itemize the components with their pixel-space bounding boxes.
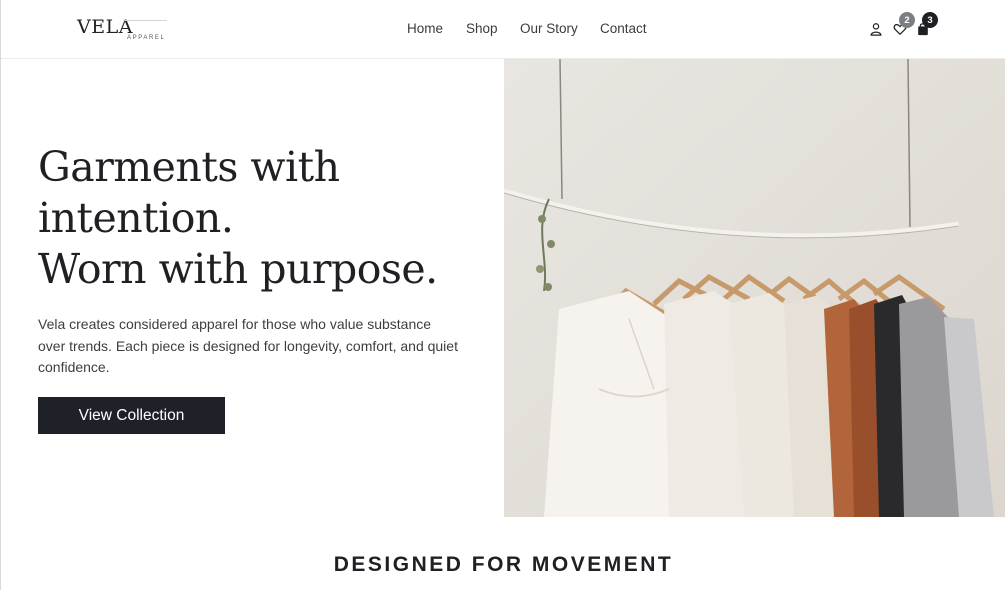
hero-title-line-3: Worn with purpose.	[38, 245, 438, 293]
hero-title-line-2: intention.	[38, 194, 234, 242]
hero-title-line-1: Garments with	[38, 143, 340, 191]
wishlist-button[interactable]: 2	[891, 12, 915, 38]
nav-item-contact[interactable]: Contact	[600, 21, 647, 36]
hero-image	[504, 59, 1005, 517]
section-title: DESIGNED FOR MOVEMENT	[333, 553, 674, 576]
view-collection-button[interactable]: View Collection	[38, 397, 225, 434]
user-icon	[870, 23, 882, 36]
wishlist-count-badge: 2	[899, 12, 915, 28]
hero-title: Garments with intention. Worn with purpo…	[38, 142, 498, 295]
nav-item-our-story[interactable]: Our Story	[520, 21, 578, 36]
hero-description: Vela creates considered apparel for thos…	[38, 316, 458, 375]
cart-count-badge: 3	[922, 12, 938, 28]
account-button[interactable]	[867, 20, 885, 38]
clothing-rack-illustration	[504, 59, 1005, 517]
nav-item-shop[interactable]: Shop	[466, 21, 498, 36]
main-nav: Home Shop Our Story Contact	[1, 21, 1005, 39]
nav-item-home[interactable]: Home	[407, 21, 443, 36]
site-header: VELA APPAREL Home Shop Our Story Contact…	[1, 0, 1005, 59]
cart-button[interactable]: 3	[914, 12, 938, 38]
